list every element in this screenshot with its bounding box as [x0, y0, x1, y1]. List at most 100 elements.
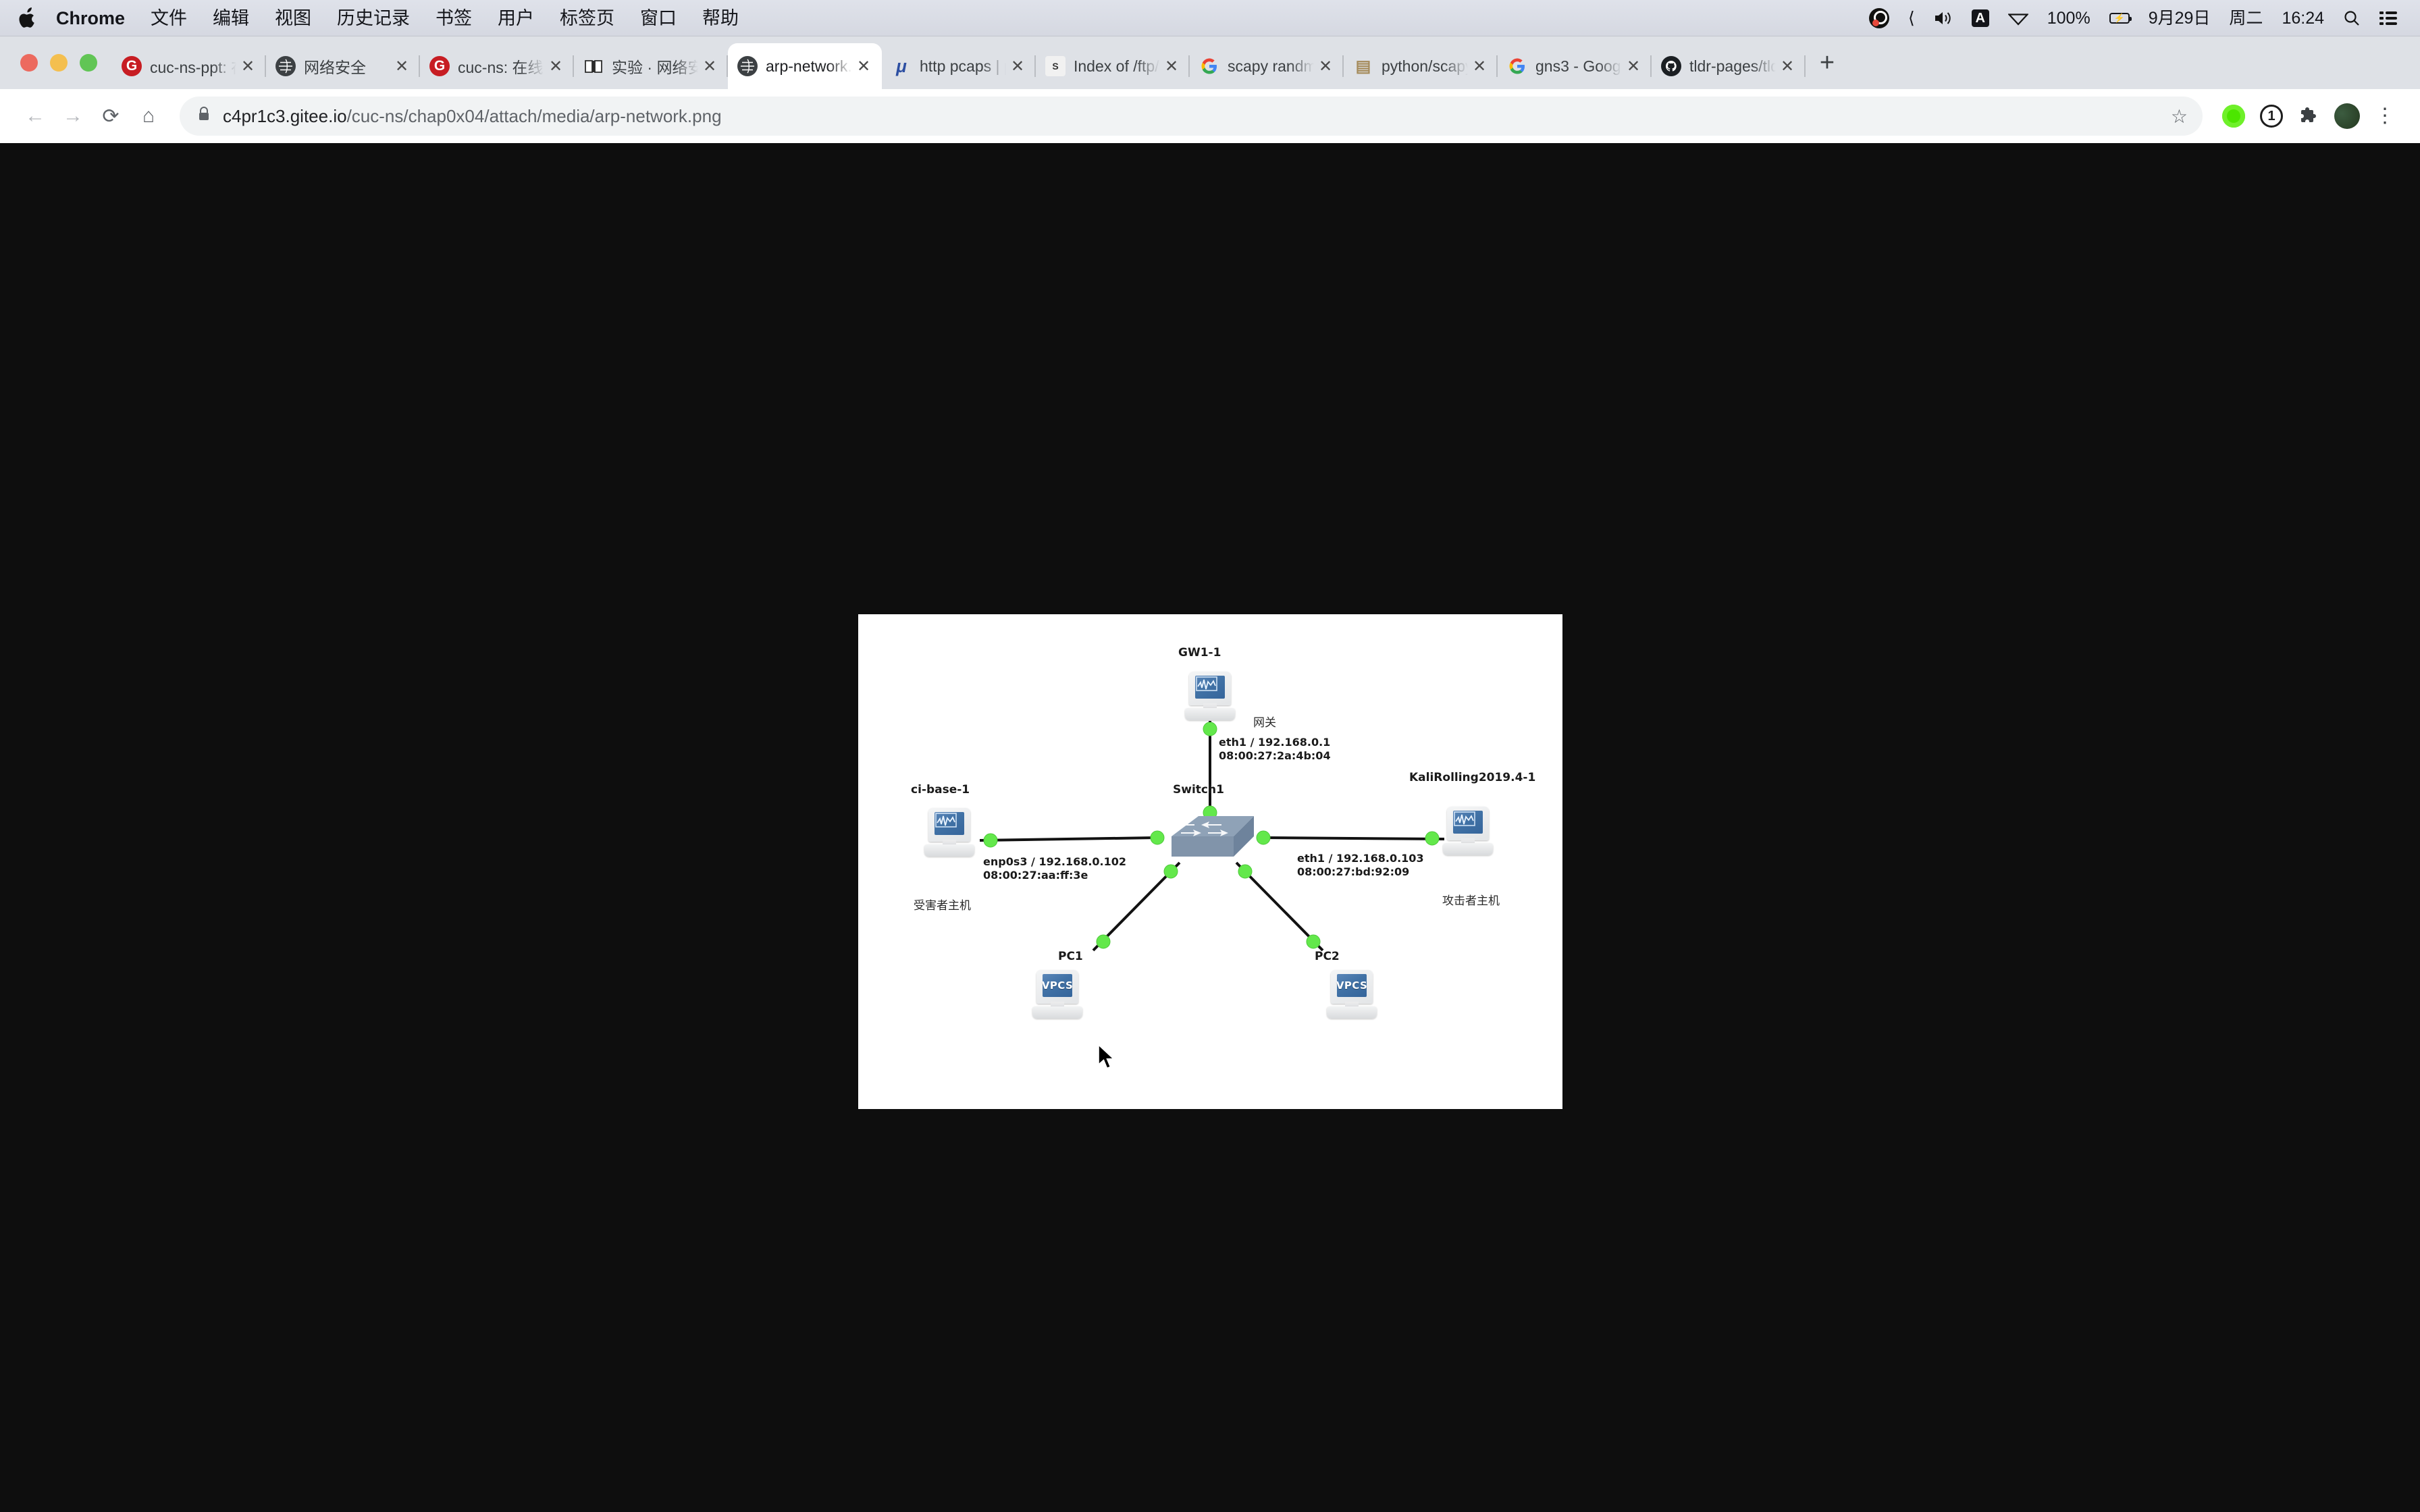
apple-logo-icon[interactable] — [18, 7, 36, 29]
menubar-item-profiles[interactable]: 用户 — [485, 0, 547, 36]
menubar-item-tab[interactable]: 标签页 — [547, 0, 627, 36]
tab-close-icon[interactable]: ✕ — [236, 55, 259, 78]
extensions-puzzle-icon[interactable] — [2290, 97, 2328, 135]
tab-close-icon[interactable]: ✕ — [1160, 55, 1183, 78]
menubar-date[interactable]: 9月29日 — [2139, 0, 2220, 36]
tab-title: python/scapy P — [1382, 57, 1468, 75]
vpcs-label: VPCS — [1041, 979, 1074, 992]
node-label-ci-base-1: ci-base-1 — [911, 783, 970, 796]
tab-title: cuc-ns: 在线查 — [458, 59, 544, 76]
menubar-item-history[interactable]: 历史记录 — [324, 0, 423, 36]
new-tab-button[interactable]: + — [1806, 36, 1849, 89]
tab-strip: G cuc-ns-ppt: 在 ✕ 网络安全 ✕ G cuc-ns: 在线查 ✕ — [0, 36, 2420, 89]
tab-title: http pcaps | pc — [920, 57, 1006, 75]
menubar-item-window[interactable]: 窗口 — [627, 0, 689, 36]
ftp-directory-icon: S — [1045, 56, 1066, 76]
tab-close-icon[interactable]: ✕ — [1314, 55, 1337, 78]
battery-percent-label: 100% — [2047, 8, 2090, 28]
host-base — [1327, 1006, 1377, 1019]
spotlight-search-icon[interactable] — [2334, 9, 2370, 27]
tab-close-icon[interactable]: ✕ — [1776, 55, 1799, 78]
back-icon[interactable]: ← — [16, 97, 54, 135]
node-ci-base-1[interactable] — [924, 808, 974, 857]
tab-close-icon[interactable]: ✕ — [1622, 55, 1645, 78]
forward-icon[interactable]: → — [54, 97, 92, 135]
volume-icon[interactable] — [1924, 10, 1962, 26]
vpcs-screen-icon: VPCS — [1331, 970, 1373, 1004]
tab-http-pcaps[interactable]: μ http pcaps | pc ✕ — [882, 43, 1036, 89]
page-content: GW1-1 网关 eth1 / 192.168.0.1 08:00:27:2a:… — [0, 180, 2420, 1512]
tab-wangluo-anquan[interactable]: 网络安全 ✕ — [266, 43, 420, 89]
tab-gns3-google[interactable]: gns3 - Google ✕ — [1498, 43, 1652, 89]
globe-icon — [737, 56, 758, 76]
google-icon — [1199, 56, 1219, 76]
host-base — [1032, 1006, 1082, 1019]
wifi-icon[interactable] — [1999, 11, 2038, 26]
menubar-item-help[interactable]: 帮助 — [689, 0, 752, 36]
tab-python-scapy[interactable]: ▤ python/scapy P ✕ — [1344, 43, 1498, 89]
host-screen-icon — [1447, 807, 1489, 840]
tab-cuc-ns[interactable]: G cuc-ns: 在线查 ✕ — [420, 43, 574, 89]
tab-close-icon[interactable]: ✕ — [390, 55, 413, 78]
extension-green-icon[interactable] — [2215, 97, 2253, 135]
menubar-item-edit[interactable]: 编辑 — [200, 0, 262, 36]
avatar[interactable] — [2328, 97, 2366, 135]
reload-icon[interactable]: ⟳ — [92, 97, 130, 135]
onepassword-icon[interactable]: 1 — [2253, 97, 2290, 135]
close-button[interactable] — [20, 54, 38, 72]
bookmark-star-icon[interactable]: ☆ — [2171, 105, 2188, 128]
vpcs-label: VPCS — [1336, 979, 1368, 992]
control-center-icon[interactable] — [2370, 11, 2406, 26]
menubar-item-view[interactable]: 视图 — [262, 0, 324, 36]
network-topology-diagram: GW1-1 网关 eth1 / 192.168.0.1 08:00:27:2a:… — [858, 614, 1562, 1109]
menubar-time[interactable]: 16:24 — [2272, 0, 2334, 36]
host-screen-icon — [1189, 672, 1231, 705]
maximize-button[interactable] — [80, 54, 97, 72]
obs-studio-icon[interactable] — [1860, 7, 1899, 28]
tab-close-icon[interactable]: ✕ — [1468, 55, 1491, 78]
tab-title: cuc-ns-ppt: 在 — [150, 59, 236, 76]
menubar-item-file[interactable]: 文件 — [138, 0, 200, 36]
chrome-window: G cuc-ns-ppt: 在 ✕ 网络安全 ✕ G cuc-ns: 在线查 ✕ — [0, 36, 2420, 1512]
tab-title: tldr-pages/tldr — [1689, 57, 1776, 75]
macos-menubar: Chrome 文件 编辑 视图 历史记录 书签 用户 标签页 窗口 帮助 ⟨ A… — [0, 0, 2420, 36]
tab-index-of-ftp[interactable]: S Index of /ftp/vi ✕ — [1036, 43, 1190, 89]
google-icon — [1507, 56, 1527, 76]
iface-line1: enp0s3 / 192.168.0.102 — [983, 855, 1127, 868]
gitee-icon: G — [429, 56, 450, 76]
tab-tldr-pages[interactable]: tldr-pages/tldr ✕ — [1652, 43, 1806, 89]
address-bar[interactable]: c4pr1c3.gitee.io /cuc-ns/chap0x04/attach… — [180, 97, 2203, 136]
tab-shiyan-wangluo-anquan[interactable]: 实验 · 网络安全 ✕ — [574, 43, 728, 89]
node-pc2[interactable]: VPCS — [1327, 970, 1377, 1019]
menubar-weekday[interactable]: 周二 — [2219, 0, 2272, 36]
input-method-icon[interactable]: A — [1962, 9, 1999, 27]
node-label-pc2: PC2 — [1315, 950, 1340, 963]
tab-cuc-ns-ppt[interactable]: G cuc-ns-ppt: 在 ✕ — [112, 43, 266, 89]
minimize-button[interactable] — [50, 54, 68, 72]
toolbar-actions: 1 ⋮ — [2215, 97, 2404, 135]
node-pc1[interactable]: VPCS — [1032, 970, 1082, 1019]
node-label-kali: KaliRolling2019.4-1 — [1409, 771, 1536, 784]
tab-close-icon[interactable]: ✕ — [698, 55, 721, 78]
chrome-menu-icon[interactable]: ⋮ — [2366, 97, 2404, 135]
tab-title: arp-network.png — [766, 57, 852, 75]
node-label-switch1: Switch1 — [1173, 783, 1224, 796]
tab-scapy-randmac[interactable]: scapy randmac ✕ — [1190, 43, 1344, 89]
node-label-gw1-1: GW1-1 — [1178, 646, 1221, 659]
node-kalirolling[interactable] — [1443, 807, 1493, 855]
menubar-item-chrome[interactable]: Chrome — [43, 0, 138, 36]
battery-charging-icon[interactable]: ⚡ — [2100, 12, 2139, 24]
tab-arp-network-png[interactable]: arp-network.png ✕ — [728, 43, 882, 89]
node-gw1-1[interactable] — [1185, 672, 1235, 720]
node-switch1[interactable] — [1156, 808, 1254, 857]
menubar-item-bookmarks[interactable]: 书签 — [423, 0, 485, 36]
tab-close-icon[interactable]: ✕ — [1006, 55, 1029, 78]
chevron-left-icon[interactable]: ⟨ — [1899, 0, 1924, 36]
tab-close-icon[interactable]: ✕ — [852, 55, 875, 78]
tab-title: 实验 · 网络安全 — [612, 59, 698, 76]
tab-title: 网络安全 — [304, 59, 366, 76]
window-traffic-lights — [0, 54, 112, 89]
home-icon[interactable]: ⌂ — [130, 97, 167, 135]
tab-close-icon[interactable]: ✕ — [544, 55, 567, 78]
micro-icon: μ — [896, 56, 907, 76]
